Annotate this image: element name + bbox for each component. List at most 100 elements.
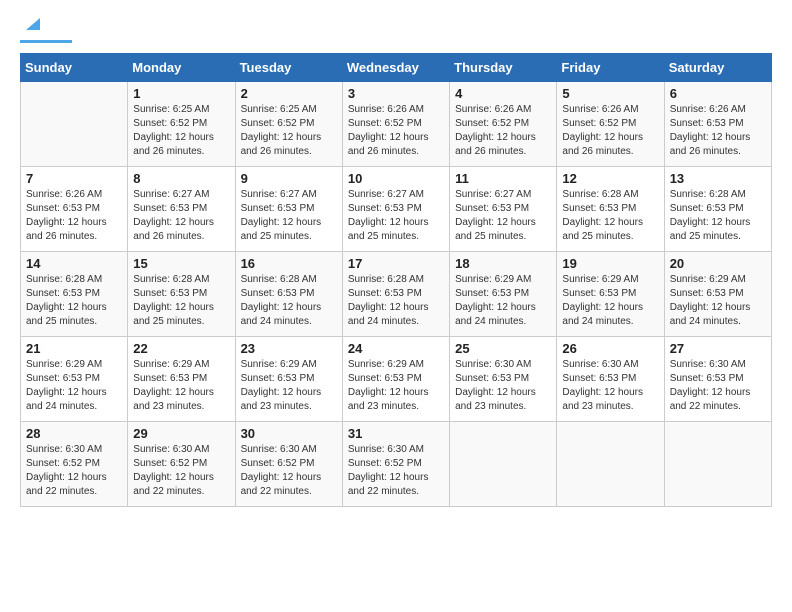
calendar-week-4: 21 Sunrise: 6:29 AM Sunset: 6:53 PM Dayli… <box>21 337 772 422</box>
calendar-cell: 14Sunrise: 6:28 AM Sunset: 6:53 PM Dayli… <box>21 252 128 337</box>
day-info: Sunrise: 6:29 AM Sunset: 6:53 PM Dayligh… <box>455 273 551 329</box>
calendar-cell: 4 Sunrise: 6:26 AM Sunset: 6:52 PM Daylig… <box>450 82 557 167</box>
day-info: Sunrise: 6:26 AM Sunset: 6:53 PM Dayligh… <box>26 188 122 244</box>
calendar-week-1: 1 Sunrise: 6:25 AM Sunset: 6:52 PM Daylig… <box>21 82 772 167</box>
logo <box>20 20 72 43</box>
day-number: 9 <box>241 171 337 186</box>
header-saturday: Saturday <box>664 54 771 82</box>
day-info: Sunrise: 6:29 AM Sunset: 6:53 PM Dayligh… <box>670 273 766 329</box>
calendar-cell: 27 Sunrise: 6:30 AM Sunset: 6:53 PM Dayli… <box>664 337 771 422</box>
header-monday: Monday <box>128 54 235 82</box>
logo-icon <box>22 12 44 34</box>
day-number: 13 <box>670 171 766 186</box>
calendar-week-5: 28 Sunrise: 6:30 AM Sunset: 6:52 PM Dayli… <box>21 422 772 507</box>
calendar-cell: 31 Sunrise: 6:30 AM Sunset: 6:52 PM Dayli… <box>342 422 449 507</box>
calendar-cell: 12 Sunrise: 6:28 AM Sunset: 6:53 PM Dayli… <box>557 167 664 252</box>
day-number: 3 <box>348 86 444 101</box>
day-info: Sunrise: 6:26 AM Sunset: 6:52 PM Dayligh… <box>455 103 551 159</box>
day-info: Sunrise: 6:25 AM Sunset: 6:52 PM Dayligh… <box>241 103 337 159</box>
calendar-cell: 24Sunrise: 6:29 AM Sunset: 6:53 PM Dayli… <box>342 337 449 422</box>
day-number: 18 <box>455 256 551 271</box>
day-number: 29 <box>133 426 229 441</box>
calendar-cell: 16 Sunrise: 6:28 AM Sunset: 6:53 PM Dayli… <box>235 252 342 337</box>
header-tuesday: Tuesday <box>235 54 342 82</box>
day-number: 12 <box>562 171 658 186</box>
header <box>20 20 772 43</box>
calendar-week-3: 14Sunrise: 6:28 AM Sunset: 6:53 PM Dayli… <box>21 252 772 337</box>
calendar-cell: 10Sunrise: 6:27 AM Sunset: 6:53 PM Dayli… <box>342 167 449 252</box>
calendar-cell: 17Sunrise: 6:28 AM Sunset: 6:53 PM Dayli… <box>342 252 449 337</box>
day-number: 30 <box>241 426 337 441</box>
day-number: 1 <box>133 86 229 101</box>
day-number: 28 <box>26 426 122 441</box>
day-number: 6 <box>670 86 766 101</box>
calendar-table: SundayMondayTuesdayWednesdayThursdayFrid… <box>20 53 772 507</box>
day-info: Sunrise: 6:29 AM Sunset: 6:53 PM Dayligh… <box>133 358 229 414</box>
calendar-cell: 25Sunrise: 6:30 AM Sunset: 6:53 PM Dayli… <box>450 337 557 422</box>
day-info: Sunrise: 6:26 AM Sunset: 6:52 PM Dayligh… <box>562 103 658 159</box>
day-info: Sunrise: 6:25 AM Sunset: 6:52 PM Dayligh… <box>133 103 229 159</box>
calendar-cell: 7 Sunrise: 6:26 AM Sunset: 6:53 PM Daylig… <box>21 167 128 252</box>
day-info: Sunrise: 6:30 AM Sunset: 6:53 PM Dayligh… <box>670 358 766 414</box>
calendar-cell: 28 Sunrise: 6:30 AM Sunset: 6:52 PM Dayli… <box>21 422 128 507</box>
day-info: Sunrise: 6:29 AM Sunset: 6:53 PM Dayligh… <box>241 358 337 414</box>
day-number: 5 <box>562 86 658 101</box>
day-info: Sunrise: 6:27 AM Sunset: 6:53 PM Dayligh… <box>241 188 337 244</box>
calendar-cell <box>557 422 664 507</box>
day-info: Sunrise: 6:29 AM Sunset: 6:53 PM Dayligh… <box>26 358 122 414</box>
header-sunday: Sunday <box>21 54 128 82</box>
day-info: Sunrise: 6:26 AM Sunset: 6:52 PM Dayligh… <box>348 103 444 159</box>
calendar-cell: 22Sunrise: 6:29 AM Sunset: 6:53 PM Dayli… <box>128 337 235 422</box>
calendar-cell: 19Sunrise: 6:29 AM Sunset: 6:53 PM Dayli… <box>557 252 664 337</box>
calendar-cell: 8Sunrise: 6:27 AM Sunset: 6:53 PM Daylig… <box>128 167 235 252</box>
calendar-cell <box>450 422 557 507</box>
day-info: Sunrise: 6:28 AM Sunset: 6:53 PM Dayligh… <box>348 273 444 329</box>
header-thursday: Thursday <box>450 54 557 82</box>
day-info: Sunrise: 6:30 AM Sunset: 6:53 PM Dayligh… <box>455 358 551 414</box>
day-number: 23 <box>241 341 337 356</box>
day-number: 15 <box>133 256 229 271</box>
day-info: Sunrise: 6:28 AM Sunset: 6:53 PM Dayligh… <box>562 188 658 244</box>
day-info: Sunrise: 6:28 AM Sunset: 6:53 PM Dayligh… <box>241 273 337 329</box>
header-wednesday: Wednesday <box>342 54 449 82</box>
day-number: 27 <box>670 341 766 356</box>
day-info: Sunrise: 6:28 AM Sunset: 6:53 PM Dayligh… <box>26 273 122 329</box>
day-number: 7 <box>26 171 122 186</box>
day-info: Sunrise: 6:28 AM Sunset: 6:53 PM Dayligh… <box>670 188 766 244</box>
day-info: Sunrise: 6:30 AM Sunset: 6:53 PM Dayligh… <box>562 358 658 414</box>
logo-underline <box>20 40 72 43</box>
calendar-cell: 11 Sunrise: 6:27 AM Sunset: 6:53 PM Dayli… <box>450 167 557 252</box>
calendar-cell: 13 Sunrise: 6:28 AM Sunset: 6:53 PM Dayli… <box>664 167 771 252</box>
calendar-cell: 29Sunrise: 6:30 AM Sunset: 6:52 PM Dayli… <box>128 422 235 507</box>
day-number: 19 <box>562 256 658 271</box>
day-number: 11 <box>455 171 551 186</box>
day-info: Sunrise: 6:26 AM Sunset: 6:53 PM Dayligh… <box>670 103 766 159</box>
calendar-cell: 9 Sunrise: 6:27 AM Sunset: 6:53 PM Daylig… <box>235 167 342 252</box>
day-info: Sunrise: 6:30 AM Sunset: 6:52 PM Dayligh… <box>348 443 444 499</box>
calendar-cell: 18 Sunrise: 6:29 AM Sunset: 6:53 PM Dayli… <box>450 252 557 337</box>
calendar-cell: 6 Sunrise: 6:26 AM Sunset: 6:53 PM Daylig… <box>664 82 771 167</box>
day-number: 21 <box>26 341 122 356</box>
day-number: 10 <box>348 171 444 186</box>
day-number: 20 <box>670 256 766 271</box>
calendar-cell: 23 Sunrise: 6:29 AM Sunset: 6:53 PM Dayli… <box>235 337 342 422</box>
calendar-cell: 15 Sunrise: 6:28 AM Sunset: 6:53 PM Dayli… <box>128 252 235 337</box>
calendar-cell: 1 Sunrise: 6:25 AM Sunset: 6:52 PM Daylig… <box>128 82 235 167</box>
day-number: 31 <box>348 426 444 441</box>
calendar-cell <box>664 422 771 507</box>
day-number: 4 <box>455 86 551 101</box>
day-info: Sunrise: 6:30 AM Sunset: 6:52 PM Dayligh… <box>26 443 122 499</box>
calendar-cell: 21 Sunrise: 6:29 AM Sunset: 6:53 PM Dayli… <box>21 337 128 422</box>
calendar-cell: 30 Sunrise: 6:30 AM Sunset: 6:52 PM Dayli… <box>235 422 342 507</box>
day-info: Sunrise: 6:29 AM Sunset: 6:53 PM Dayligh… <box>348 358 444 414</box>
day-number: 16 <box>241 256 337 271</box>
calendar-week-2: 7 Sunrise: 6:26 AM Sunset: 6:53 PM Daylig… <box>21 167 772 252</box>
day-number: 2 <box>241 86 337 101</box>
calendar-cell: 2 Sunrise: 6:25 AM Sunset: 6:52 PM Daylig… <box>235 82 342 167</box>
calendar-header-row: SundayMondayTuesdayWednesdayThursdayFrid… <box>21 54 772 82</box>
day-info: Sunrise: 6:28 AM Sunset: 6:53 PM Dayligh… <box>133 273 229 329</box>
calendar-cell: 26Sunrise: 6:30 AM Sunset: 6:53 PM Dayli… <box>557 337 664 422</box>
day-info: Sunrise: 6:30 AM Sunset: 6:52 PM Dayligh… <box>241 443 337 499</box>
calendar-cell: 5 Sunrise: 6:26 AM Sunset: 6:52 PM Daylig… <box>557 82 664 167</box>
day-info: Sunrise: 6:27 AM Sunset: 6:53 PM Dayligh… <box>455 188 551 244</box>
